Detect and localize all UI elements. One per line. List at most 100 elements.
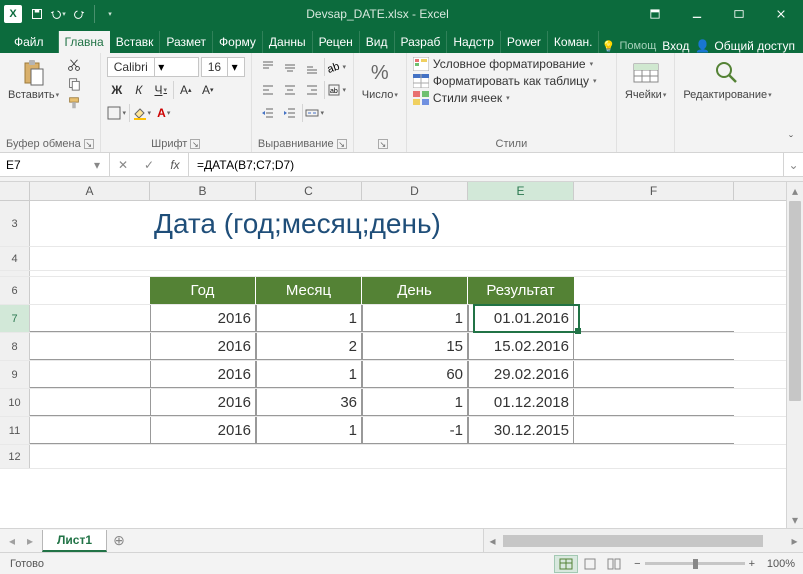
table-cell[interactable]: 2016 — [150, 361, 256, 388]
format-as-table-button[interactable]: Форматировать как таблицу▾ — [413, 74, 597, 88]
copy-icon[interactable] — [65, 76, 83, 92]
row-header[interactable]: 9 — [0, 361, 30, 388]
cell-styles-button[interactable]: Стили ячеек▾ — [413, 91, 597, 105]
row-header[interactable]: 3 — [0, 201, 30, 246]
table-cell[interactable]: 1 — [362, 389, 468, 416]
table-header[interactable]: День — [362, 277, 468, 304]
cell[interactable] — [574, 305, 734, 332]
zoom-level[interactable]: 100% — [759, 558, 795, 570]
shrink-font-icon[interactable]: A▾ — [198, 80, 218, 100]
row-header[interactable] — [0, 271, 30, 276]
paste-button[interactable]: Вставить▾ — [6, 57, 61, 103]
vertical-scrollbar[interactable]: ▴ ▾ — [786, 182, 803, 528]
horizontal-scrollbar[interactable]: ◂ ▸ — [483, 529, 803, 552]
cancel-icon[interactable]: ✕ — [110, 153, 136, 176]
number-button[interactable]: % Число▾ — [360, 57, 400, 103]
row-header[interactable]: 12 — [0, 445, 30, 468]
align-left-icon[interactable] — [258, 80, 278, 100]
cell[interactable] — [30, 277, 150, 304]
col-header-D[interactable]: D — [362, 182, 468, 200]
font-color-icon[interactable]: A — [154, 103, 174, 123]
table-cell[interactable]: 29.02.2016 — [468, 361, 574, 388]
table-cell[interactable]: -1 — [362, 417, 468, 444]
tab-data[interactable]: Данны — [263, 31, 313, 53]
cell[interactable] — [30, 305, 150, 332]
tell-me[interactable]: 💡Помощ — [602, 40, 656, 53]
scroll-right-icon[interactable]: ▸ — [786, 529, 803, 552]
table-cell[interactable]: 2016 — [150, 305, 256, 332]
enter-icon[interactable]: ✓ — [136, 153, 162, 176]
cell[interactable] — [574, 417, 734, 444]
tab-review[interactable]: Рецен — [313, 31, 360, 53]
sheet-nav-prev-icon[interactable]: ◂ — [4, 534, 20, 548]
name-box[interactable]: ▾ — [0, 153, 110, 176]
tab-view[interactable]: Вид — [360, 31, 395, 53]
scroll-up-icon[interactable]: ▴ — [787, 182, 803, 199]
chevron-down-icon[interactable]: ▾ — [154, 58, 168, 76]
sheet-tab[interactable]: Лист1 — [42, 530, 107, 552]
sign-in[interactable]: Вход — [662, 39, 689, 53]
sheet-nav-next-icon[interactable]: ▸ — [22, 534, 38, 548]
chevron-down-icon[interactable]: ▾ — [88, 158, 106, 172]
tab-home[interactable]: Главна — [59, 31, 110, 53]
table-cell[interactable]: 60 — [362, 361, 468, 388]
table-cell[interactable]: 01.01.2016 — [468, 305, 574, 332]
tab-developer[interactable]: Разраб — [395, 31, 448, 53]
table-cell[interactable]: 15.02.2016 — [468, 333, 574, 360]
save-icon[interactable] — [27, 4, 47, 24]
grow-font-icon[interactable]: A▴ — [176, 80, 196, 100]
cut-icon[interactable] — [65, 57, 83, 73]
name-box-input[interactable] — [0, 158, 88, 172]
cell[interactable] — [30, 361, 150, 388]
align-center-icon[interactable] — [280, 80, 300, 100]
cell[interactable] — [30, 333, 150, 360]
ribbon-options-icon[interactable] — [635, 0, 675, 28]
row-header[interactable]: 4 — [0, 247, 30, 270]
conditional-formatting-button[interactable]: Условное форматирование▾ — [413, 57, 597, 71]
table-cell[interactable]: 30.12.2015 — [468, 417, 574, 444]
share-button[interactable]: 👤Общий доступ — [695, 39, 795, 53]
format-painter-icon[interactable] — [65, 95, 83, 111]
wrap-text-icon[interactable]: ab — [327, 80, 347, 100]
fill-color-icon[interactable] — [132, 103, 152, 123]
col-header-C[interactable]: C — [256, 182, 362, 200]
add-sheet-icon[interactable]: ⊕ — [107, 529, 131, 552]
table-cell[interactable]: 2 — [256, 333, 362, 360]
cell[interactable] — [574, 389, 734, 416]
align-bottom-icon[interactable] — [302, 57, 322, 77]
table-cell[interactable]: 36 — [256, 389, 362, 416]
row-header[interactable]: 11 — [0, 417, 30, 444]
table-cell[interactable]: 2016 — [150, 333, 256, 360]
orientation-icon[interactable]: ab — [327, 57, 347, 77]
tab-insert[interactable]: Вставк — [110, 31, 161, 53]
table-header[interactable]: Год — [150, 277, 256, 304]
decrease-indent-icon[interactable] — [258, 103, 278, 123]
tab-addins[interactable]: Надстр — [447, 31, 501, 53]
qat-customize-icon[interactable]: ▾ — [100, 4, 120, 24]
cell[interactable] — [574, 361, 734, 388]
cells-button[interactable]: Ячейки▾ — [623, 57, 668, 103]
cell[interactable] — [30, 247, 734, 270]
number-dialog-icon[interactable]: ↘ — [378, 139, 388, 149]
row-header[interactable]: 10 — [0, 389, 30, 416]
cell[interactable] — [30, 417, 150, 444]
table-header[interactable]: Месяц — [256, 277, 362, 304]
scroll-thumb[interactable] — [503, 535, 763, 547]
collapse-ribbon-icon[interactable]: ˇ — [783, 132, 799, 148]
tab-power[interactable]: Power — [501, 31, 548, 53]
align-middle-icon[interactable] — [280, 57, 300, 77]
table-cell[interactable]: 2016 — [150, 389, 256, 416]
table-cell[interactable]: 1 — [256, 305, 362, 332]
row-header[interactable]: 7 — [0, 305, 30, 332]
expand-formula-bar-icon[interactable]: ⌄ — [783, 153, 803, 176]
table-cell[interactable]: 2016 — [150, 417, 256, 444]
scroll-thumb[interactable] — [789, 201, 801, 401]
table-cell[interactable]: 15 — [362, 333, 468, 360]
cell[interactable] — [30, 445, 734, 468]
cell[interactable] — [30, 271, 734, 276]
cell[interactable] — [30, 201, 150, 246]
col-header-A[interactable]: A — [30, 182, 150, 200]
table-cell[interactable]: 1 — [256, 361, 362, 388]
font-name-combo[interactable]: Calibri▾ — [107, 57, 199, 77]
tab-formulas[interactable]: Форму — [213, 31, 263, 53]
